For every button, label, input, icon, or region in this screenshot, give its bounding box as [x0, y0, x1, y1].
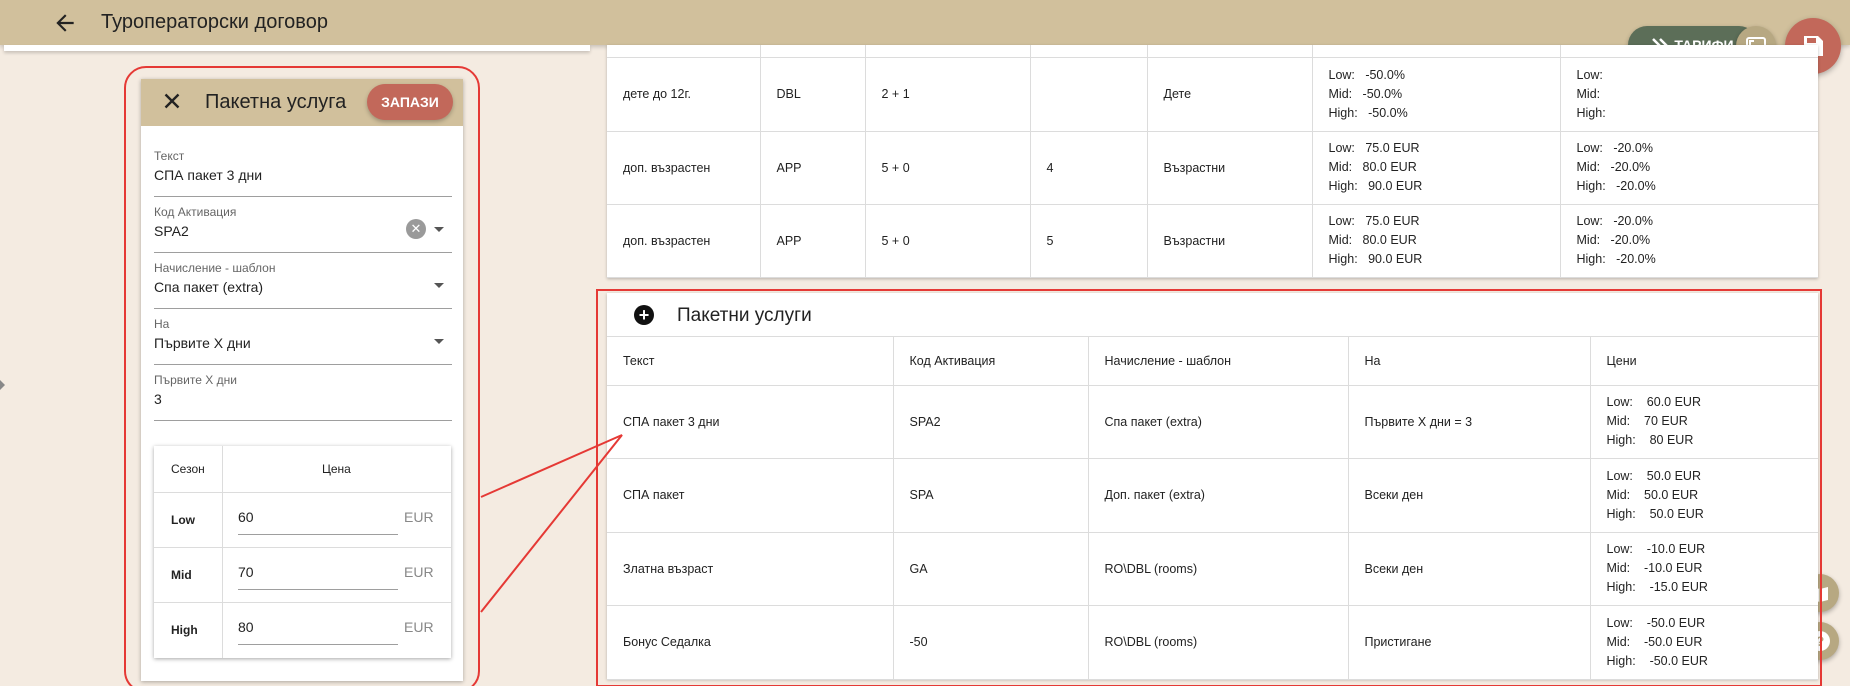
- callout-pointer: [480, 434, 623, 613]
- bottom-strip: [0, 686, 1850, 699]
